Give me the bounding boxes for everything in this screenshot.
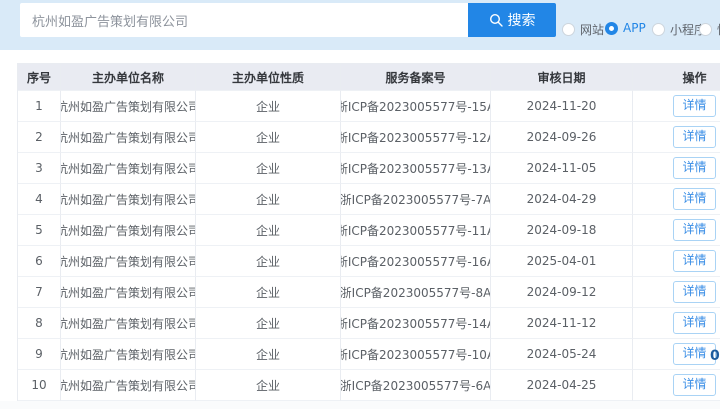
cell-review-date: 2024-11-20 xyxy=(491,91,633,122)
cell-index: 1 xyxy=(18,91,61,122)
cell-index: 2 xyxy=(18,122,61,153)
stray-text: 0 xyxy=(710,348,720,364)
radio-selected-icon xyxy=(605,22,618,35)
cell-review-date: 2024-09-12 xyxy=(491,277,633,308)
cell-index: 7 xyxy=(18,277,61,308)
header-license-number: 服务备案号 xyxy=(341,64,491,91)
cell-review-date: 2024-09-26 xyxy=(491,122,633,153)
table-row: 3 杭州如盈广告策划有限公司 企业 浙ICP备2023005577号-13A 2… xyxy=(18,153,720,184)
cell-license-number: 浙ICP备2023005577号-10A xyxy=(341,339,491,370)
table-row: 5 杭州如盈广告策划有限公司 企业 浙ICP备2023005577号-11A 2… xyxy=(18,215,720,246)
cell-organizer-nature: 企业 xyxy=(196,215,341,246)
cell-license-number: 浙ICP备2023005577号-14A xyxy=(341,308,491,339)
cell-organizer-nature: 企业 xyxy=(196,122,341,153)
cell-index: 9 xyxy=(18,339,61,370)
detail-button[interactable]: 详情 xyxy=(673,219,715,241)
header-action: 操作 xyxy=(633,64,720,91)
detail-button[interactable]: 详情 xyxy=(673,157,715,179)
search-box: 搜索 xyxy=(20,3,556,37)
cell-review-date: 2024-11-05 xyxy=(491,153,633,184)
cell-organizer-name: 杭州如盈广告策划有限公司 xyxy=(61,370,196,401)
detail-button[interactable]: 详情 xyxy=(673,312,715,334)
radio-miniprogram[interactable]: 小程序 xyxy=(652,21,706,38)
cell-review-date: 2024-04-29 xyxy=(491,184,633,215)
cell-organizer-nature: 企业 xyxy=(196,91,341,122)
cell-license-number: 浙ICP备2023005577号-11A xyxy=(341,215,491,246)
cell-organizer-name: 杭州如盈广告策划有限公司 xyxy=(61,246,196,277)
cell-organizer-name: 杭州如盈广告策划有限公司 xyxy=(61,308,196,339)
cell-license-number: 浙ICP备2023005577号-6A xyxy=(341,370,491,401)
table-row: 1 杭州如盈广告策划有限公司 企业 浙ICP备2023005577号-15A 2… xyxy=(18,91,720,122)
cell-organizer-nature: 企业 xyxy=(196,246,341,277)
table-row: 4 杭州如盈广告策划有限公司 企业 浙ICP备2023005577号-7A 20… xyxy=(18,184,720,215)
cell-index: 6 xyxy=(18,246,61,277)
cell-organizer-name: 杭州如盈广告策划有限公司 xyxy=(61,215,196,246)
cell-organizer-name: 杭州如盈广告策划有限公司 xyxy=(61,339,196,370)
table-header-row: 序号 主办单位名称 主办单位性质 服务备案号 审核日期 操作 xyxy=(18,64,720,91)
cell-organizer-nature: 企业 xyxy=(196,308,341,339)
cell-license-number: 浙ICP备2023005577号-7A xyxy=(341,184,491,215)
cell-review-date: 2025-04-01 xyxy=(491,246,633,277)
page-bottom-strip xyxy=(0,401,720,409)
cell-organizer-nature: 企业 xyxy=(196,184,341,215)
radio-unselected-icon xyxy=(652,23,665,36)
cell-organizer-name: 杭州如盈广告策划有限公司 xyxy=(61,277,196,308)
cell-organizer-nature: 企业 xyxy=(196,370,341,401)
search-button-label: 搜索 xyxy=(508,10,536,30)
cell-license-number: 浙ICP备2023005577号-12A xyxy=(341,122,491,153)
table-row: 9 杭州如盈广告策划有限公司 企业 浙ICP备2023005577号-10A 2… xyxy=(18,339,720,370)
cell-review-date: 2024-04-25 xyxy=(491,370,633,401)
cell-index: 10 xyxy=(18,370,61,401)
results-table: 序号 主办单位名称 主办单位性质 服务备案号 审核日期 操作 1 杭州如盈广告策… xyxy=(17,63,720,401)
radio-unselected-icon xyxy=(699,23,712,36)
detail-button[interactable]: 详情 xyxy=(673,188,715,210)
radio-app[interactable]: APP xyxy=(605,21,646,35)
cell-index: 4 xyxy=(18,184,61,215)
cell-index: 5 xyxy=(18,215,61,246)
cell-license-number: 浙ICP备2023005577号-13A xyxy=(341,153,491,184)
radio-unselected-icon xyxy=(562,23,575,36)
table-row: 10 杭州如盈广告策划有限公司 企业 浙ICP备2023005577号-6A 2… xyxy=(18,370,720,401)
header-index: 序号 xyxy=(18,64,61,91)
detail-button[interactable]: 详情 xyxy=(673,374,715,396)
cell-review-date: 2024-05-24 xyxy=(491,339,633,370)
cell-organizer-name: 杭州如盈广告策划有限公司 xyxy=(61,153,196,184)
cell-review-date: 2024-09-18 xyxy=(491,215,633,246)
header-organizer-nature: 主办单位性质 xyxy=(196,64,341,91)
detail-button[interactable]: 详情 xyxy=(673,95,715,117)
cell-license-number: 浙ICP备2023005577号-8A xyxy=(341,277,491,308)
detail-button[interactable]: 详情 xyxy=(673,250,715,272)
radio-app-label: APP xyxy=(623,21,646,35)
table-row: 7 杭州如盈广告策划有限公司 企业 浙ICP备2023005577号-8A 20… xyxy=(18,277,720,308)
radio-website-label: 网站 xyxy=(580,21,604,38)
cell-organizer-name: 杭州如盈广告策划有限公司 xyxy=(61,122,196,153)
cell-license-number: 浙ICP备2023005577号-16A xyxy=(341,246,491,277)
table-row: 2 杭州如盈广告策划有限公司 企业 浙ICP备2023005577号-12A 2… xyxy=(18,122,720,153)
search-icon xyxy=(489,13,503,27)
header-organizer-name: 主办单位名称 xyxy=(61,64,196,91)
detail-button[interactable]: 详情 xyxy=(673,281,715,303)
search-button[interactable]: 搜索 xyxy=(468,3,556,37)
cell-index: 8 xyxy=(18,308,61,339)
table-row: 6 杭州如盈广告策划有限公司 企业 浙ICP备2023005577号-16A 2… xyxy=(18,246,720,277)
header-review-date: 审核日期 xyxy=(491,64,633,91)
cell-organizer-nature: 企业 xyxy=(196,277,341,308)
cell-organizer-name: 杭州如盈广告策划有限公司 xyxy=(61,91,196,122)
radio-website[interactable]: 网站 xyxy=(562,21,604,38)
search-bar: 搜索 网站 APP 小程序 快应用 xyxy=(0,0,720,50)
table-row: 8 杭州如盈广告策划有限公司 企业 浙ICP备2023005577号-14A 2… xyxy=(18,308,720,339)
radio-quickapp[interactable]: 快应用 xyxy=(699,21,720,38)
detail-button[interactable]: 详情 xyxy=(673,126,715,148)
cell-organizer-name: 杭州如盈广告策划有限公司 xyxy=(61,184,196,215)
cell-organizer-nature: 企业 xyxy=(196,153,341,184)
cell-organizer-nature: 企业 xyxy=(196,339,341,370)
cell-license-number: 浙ICP备2023005577号-15A xyxy=(341,91,491,122)
cell-index: 3 xyxy=(18,153,61,184)
search-input[interactable] xyxy=(20,3,468,37)
cell-review-date: 2024-11-12 xyxy=(491,308,633,339)
